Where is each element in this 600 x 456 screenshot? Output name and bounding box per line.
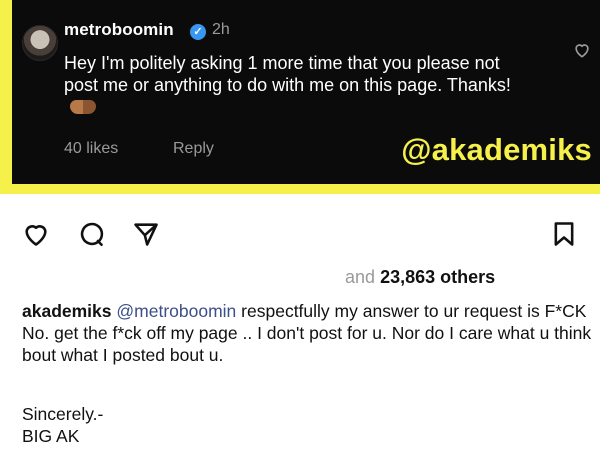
comment-like-icon[interactable] (572, 40, 592, 60)
share-icon[interactable] (132, 220, 160, 248)
signoff-line-2: BIG AK (22, 426, 80, 446)
comment-icon[interactable] (78, 220, 106, 248)
likes-prefix: and (345, 267, 376, 287)
signoff: Sincerely.- BIG AK (22, 403, 103, 447)
avatar[interactable] (22, 25, 58, 61)
comment-username[interactable]: metroboomin (64, 20, 174, 40)
post-action-bar (0, 210, 600, 256)
caption-username[interactable]: akademiks (22, 301, 112, 321)
comment-time: 2h (212, 21, 230, 38)
verified-icon: ✓ (190, 24, 206, 40)
caption-mention[interactable]: @metroboomin (116, 301, 236, 321)
signoff-line-1: Sincerely.- (22, 404, 104, 424)
comment-panel: metroboomin ✓ 2h Hey I'm politely asking… (0, 0, 600, 194)
likes-count[interactable]: 23,863 others (380, 267, 495, 287)
likes-row[interactable]: and 23,863 others (345, 267, 495, 288)
bookmark-icon[interactable] (550, 220, 578, 248)
handshake-icon (70, 100, 96, 114)
watermark: @akademiks (401, 132, 592, 167)
comment-text: Hey I'm politely asking 1 more time that… (64, 52, 514, 118)
reply-button[interactable]: Reply (173, 140, 214, 158)
caption: akademiks @metroboomin respectfully my a… (22, 300, 594, 366)
heart-icon[interactable] (22, 220, 50, 248)
comment-body: Hey I'm politely asking 1 more time that… (64, 53, 511, 95)
comment-likes[interactable]: 40 likes (64, 140, 118, 158)
